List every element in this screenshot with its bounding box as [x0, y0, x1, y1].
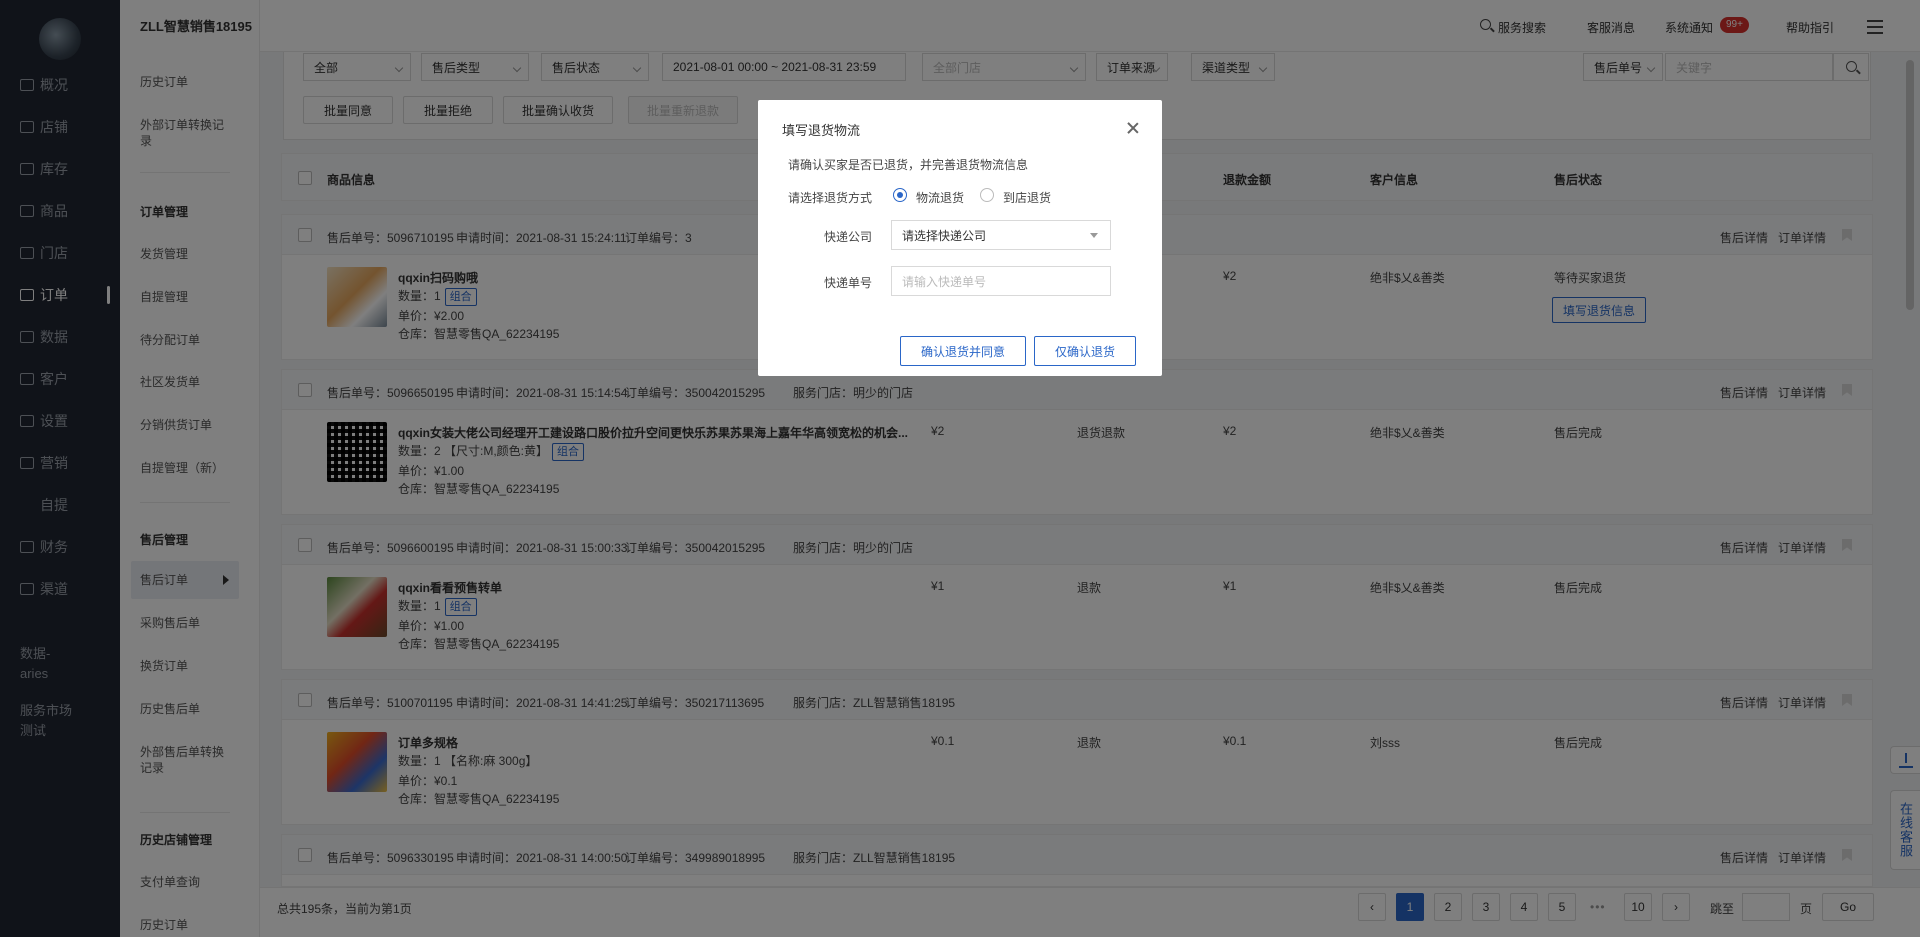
dialog-title: 填写退货物流 [782, 123, 861, 138]
caret-down-icon [1090, 233, 1098, 238]
confirm-return-and-agree-button[interactable]: 确认退货并同意 [900, 336, 1026, 366]
tracking-number-label: 快递单号 [824, 276, 873, 290]
courier-company-label: 快递公司 [824, 230, 873, 244]
return-method-label: 请选择退货方式 [788, 191, 873, 205]
courier-company-select[interactable]: 请选择快递公司 [891, 220, 1111, 250]
confirm-return-only-button[interactable]: 仅确认退货 [1034, 336, 1136, 366]
return-logistics-dialog: 填写退货物流 请确认买家是否已退货，并完善退货物流信息 请选择退货方式 物流退货… [758, 100, 1162, 376]
radio-store-return[interactable] [980, 188, 994, 202]
close-icon[interactable] [1127, 122, 1139, 134]
store-return-label[interactable]: 到店退货 [1003, 189, 1051, 206]
tracking-number-input[interactable]: 请输入快递单号 [891, 266, 1111, 296]
logistics-return-label[interactable]: 物流退货 [916, 189, 964, 206]
radio-logistics-return[interactable] [893, 188, 907, 202]
dialog-tip: 请确认买家是否已退货，并完善退货物流信息 [788, 158, 1029, 172]
